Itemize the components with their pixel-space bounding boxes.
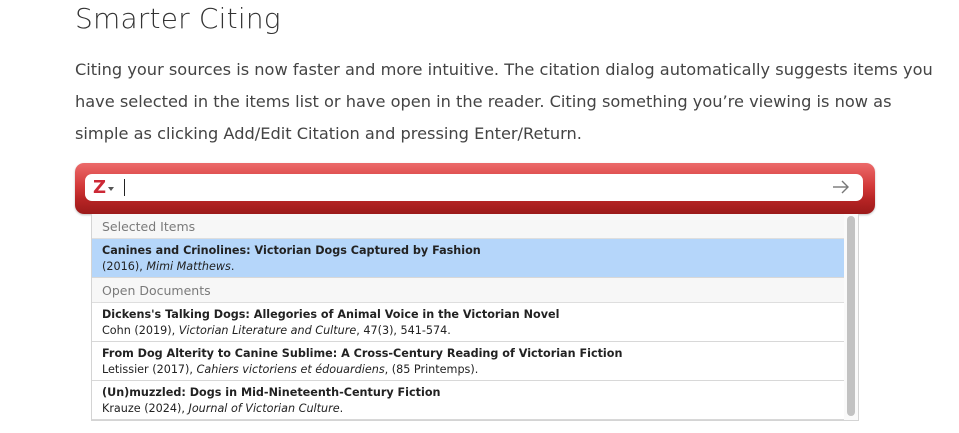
citation-search-box[interactable]: Z [85, 174, 863, 201]
item-title: (Un)muzzled: Dogs in Mid-Nineteenth-Cent… [102, 386, 441, 399]
suggestions-list[interactable]: Selected Items Canines and Crinolines: Vi… [91, 214, 859, 421]
item-title: Dickens's Talking Dogs: Allegories of An… [102, 308, 560, 321]
item-meta-suffix: , (85 Printemps). [384, 363, 479, 376]
item-meta: Krauze (2024), Journal of Victorian Cult… [102, 401, 846, 416]
item-meta-prefix: Krauze (2024), [102, 402, 189, 415]
list-item[interactable]: (Un)muzzled: Dogs in Mid-Nineteenth-Cent… [92, 381, 846, 420]
arrow-right-icon[interactable] [831, 177, 851, 197]
section-header: Open Documents [92, 278, 846, 303]
item-meta-prefix: Letissier (2017), [102, 363, 197, 376]
chevron-down-icon [108, 187, 114, 191]
suggestions-content: Selected Items Canines and Crinolines: Vi… [92, 214, 846, 420]
text-cursor [124, 179, 125, 196]
item-meta-prefix: Cohn (2019), [102, 324, 179, 337]
item-title: From Dog Alterity to Canine Sublime: A C… [102, 347, 623, 360]
item-meta: Letissier (2017), Cahiers victoriens et … [102, 362, 846, 377]
scrollbar[interactable] [844, 214, 858, 420]
list-item[interactable]: From Dog Alterity to Canine Sublime: A C… [92, 342, 846, 381]
zotero-menu-button[interactable]: Z [93, 177, 127, 198]
item-meta-source: Victorian Literature and Culture [178, 324, 357, 337]
item-meta: (2016), Mimi Matthews. [102, 259, 846, 274]
citation-search-input[interactable] [131, 176, 815, 201]
item-meta-suffix: . [230, 260, 235, 273]
section-header: Selected Items [92, 214, 846, 239]
list-item[interactable]: Dickens's Talking Dogs: Allegories of An… [92, 303, 846, 342]
scrollbar-thumb[interactable] [847, 216, 855, 416]
page-heading: Smarter Citing [75, 2, 281, 35]
item-meta-prefix: (2016), [102, 260, 147, 273]
zotero-logo-icon: Z [93, 177, 107, 198]
item-meta-suffix: . [339, 402, 344, 415]
citation-dialog-bar: Z [75, 163, 875, 214]
item-meta: Cohn (2019), Victorian Literature and Cu… [102, 323, 846, 338]
list-item[interactable]: Canines and Crinolines: Victorian Dogs C… [92, 239, 846, 278]
item-title: Canines and Crinolines: Victorian Dogs C… [102, 244, 481, 257]
item-meta-source: Mimi Matthews [146, 260, 231, 273]
item-meta-source: Cahiers victoriens et édouardiens [196, 363, 385, 376]
item-meta-suffix: , 47(3), 541-574. [356, 324, 451, 337]
item-meta-source: Journal of Victorian Culture [188, 402, 340, 415]
intro-paragraph: Citing your sources is now faster and mo… [75, 60, 933, 143]
